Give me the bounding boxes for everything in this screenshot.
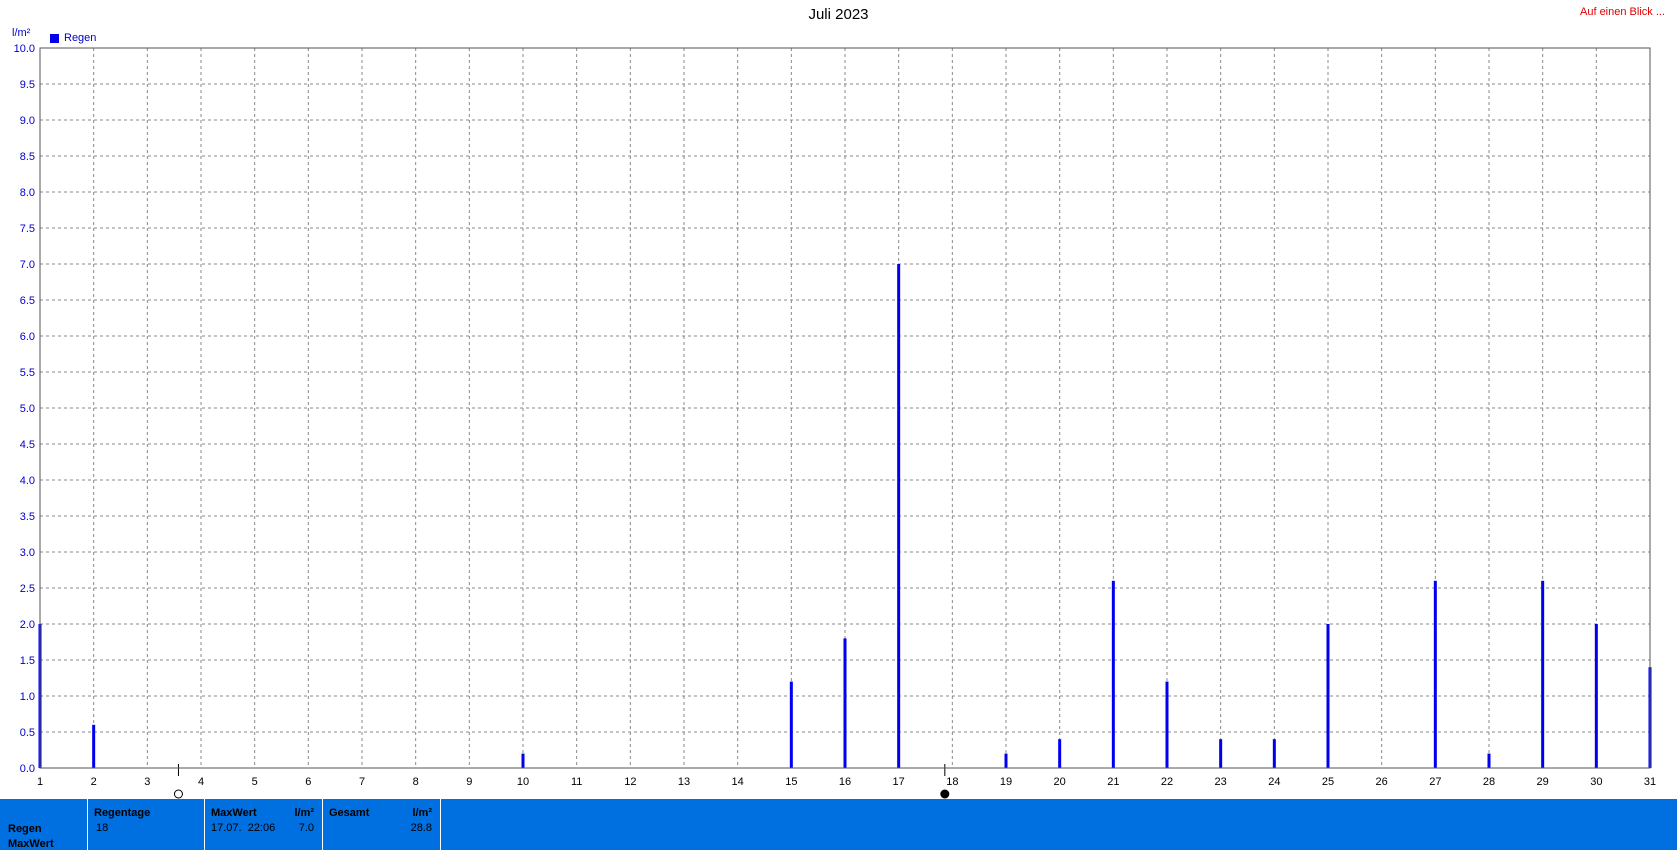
x-tick-label: 26 (1376, 776, 1388, 788)
y-tick-label: 6.0 (20, 331, 35, 343)
y-tick-label: 2.5 (20, 583, 35, 595)
bar (1541, 580, 1545, 768)
y-tick-label: 4.0 (20, 475, 35, 487)
bar (521, 753, 525, 768)
bar (1326, 624, 1330, 768)
x-tick-label: 21 (1107, 776, 1119, 788)
x-tick-label: 13 (678, 776, 690, 788)
x-tick-label: 19 (1000, 776, 1012, 788)
x-tick-label: 16 (839, 776, 851, 788)
x-tick-label: 2 (91, 776, 97, 788)
y-tick-label: 2.0 (20, 619, 35, 631)
bar (1594, 624, 1598, 768)
bar (897, 264, 901, 768)
x-tick-label: 29 (1537, 776, 1549, 788)
gesamt-header: Gesamt (329, 807, 370, 819)
maxwert-header: MaxWert (211, 807, 257, 819)
x-tick-label: 24 (1268, 776, 1280, 788)
x-tick-label: 1 (37, 776, 43, 788)
maxwert-value: 7.0 (298, 822, 314, 834)
x-tick-label: 22 (1161, 776, 1173, 788)
y-tick-label: 0.5 (20, 727, 35, 739)
bar (1058, 739, 1062, 768)
x-tick-label: 18 (946, 776, 958, 788)
filled-circle-marker (940, 789, 950, 799)
x-tick-label: 12 (624, 776, 636, 788)
bar (843, 638, 847, 768)
x-tick-label: 14 (732, 776, 744, 788)
x-tick-label: 3 (144, 776, 150, 788)
markers (173, 764, 950, 799)
x-tick-label: 30 (1590, 776, 1602, 788)
x-tick-label: 6 (305, 776, 311, 788)
maxwert-date: 17.07. 22:06 (211, 822, 276, 834)
y-tick-label: 6.5 (20, 295, 35, 307)
x-tick-label: 7 (359, 776, 365, 788)
y-tick-label: 5.0 (20, 403, 35, 415)
x-tick-label: 20 (1054, 776, 1066, 788)
summary-maxwert: MaxWert l/m² 17.07. 22:06 7.0 (205, 799, 323, 850)
gesamt-value: 28.8 (410, 822, 432, 834)
x-tick-label: 10 (517, 776, 529, 788)
y-tick-label: 7.5 (20, 223, 35, 235)
y-tick-label: 0.0 (20, 763, 35, 775)
y-tick-label: 9.5 (20, 79, 35, 91)
regentage-header: Regentage (94, 807, 151, 819)
bar (1272, 739, 1276, 768)
x-tick-label: 4 (198, 776, 204, 788)
y-tick-label: 4.5 (20, 439, 35, 451)
y-tick-label: 5.5 (20, 367, 35, 379)
x-tick-label: 9 (466, 776, 472, 788)
y-tick-label: 1.5 (20, 655, 35, 667)
x-tick-label: 5 (252, 776, 258, 788)
bar (789, 681, 793, 768)
x-axis-ticks: 1 2 3 4 5 6 7 8 9 10 11 12 13 14 15 16 17 18 19 20 21 22 23 24 2… (37, 776, 1656, 788)
y-tick-label: 1.0 (20, 691, 35, 703)
summary-bar: Regen MaxWert Regentage 18 MaxWert l/m² … (0, 799, 1677, 850)
y-tick-label: 7.0 (20, 259, 35, 271)
y-tick-label: 9.0 (20, 115, 35, 127)
rain-chart: 0.0 0.5 1.0 1.5 2.0 2.5 3.0 3.5 4.0 4.5 5.0 5.5 6.0 6… (14, 43, 1656, 799)
y-tick-label: 8.5 (20, 151, 35, 163)
bar (1219, 739, 1223, 768)
bar (1487, 753, 1491, 768)
y-tick-label: 3.5 (20, 511, 35, 523)
x-tick-label: 17 (893, 776, 905, 788)
bar (1433, 580, 1437, 768)
bar (1004, 753, 1008, 768)
summary-row-labels: Regen MaxWert (0, 799, 88, 850)
summary-row-label-maxwert: MaxWert (8, 838, 54, 850)
bar (1111, 580, 1115, 768)
bar (1165, 681, 1169, 768)
x-tick-label: 28 (1483, 776, 1495, 788)
regentage-value: 18 (96, 822, 109, 834)
maxwert-unit: l/m² (294, 807, 314, 819)
y-tick-label: 8.0 (20, 187, 35, 199)
x-tick-label: 23 (1215, 776, 1227, 788)
open-circle-marker (173, 789, 183, 799)
y-tick-label: 10.0 (14, 43, 35, 55)
y-axis-ticks: 0.0 0.5 1.0 1.5 2.0 2.5 3.0 3.5 4.0 4.5 5.0 5.5 6.0 6… (14, 43, 35, 775)
x-tick-label: 8 (413, 776, 419, 788)
summary-regentage: Regentage 18 (88, 799, 205, 850)
summary-gesamt: Gesamt l/m² 28.8 (323, 799, 441, 850)
summary-row-label-regen: Regen (8, 823, 42, 835)
bar (92, 724, 96, 768)
x-tick-label: 31 (1644, 776, 1656, 788)
y-tick-label: 3.0 (20, 547, 35, 559)
x-tick-label: 25 (1322, 776, 1334, 788)
gesamt-unit: l/m² (412, 807, 432, 819)
x-tick-label: 11 (571, 776, 582, 788)
x-tick-label: 15 (785, 776, 797, 788)
x-tick-label: 27 (1429, 776, 1441, 788)
